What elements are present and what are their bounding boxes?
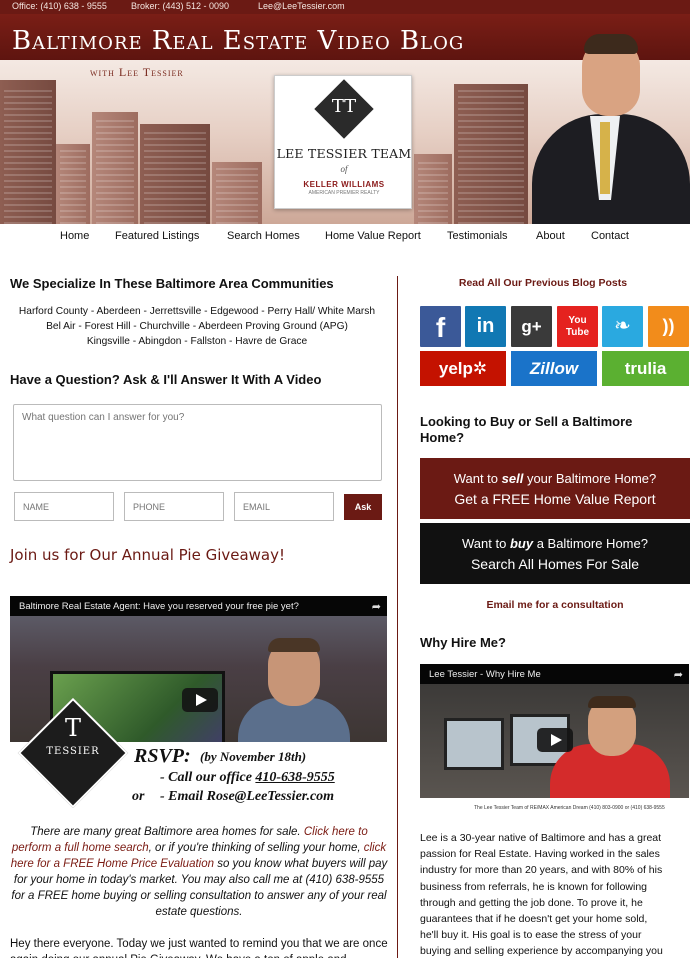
logo-brokerage-sub: AMERICAN PREMIER REALTY (308, 190, 380, 196)
share-icon[interactable]: ➦ (674, 668, 683, 681)
agent-tie (600, 122, 610, 194)
buy-sell-heading: Looking to Buy or Sell a Baltimore Home? (420, 414, 633, 445)
rsvp-date: (by November 18th) (200, 749, 307, 764)
skyline-building (212, 162, 262, 224)
youtube-icon[interactable]: You Tube (557, 306, 598, 347)
blog-subtitle: with Lee Tessier (90, 65, 184, 79)
rsvp-or: or (132, 789, 145, 804)
sell-cta-post: your Baltimore Home? (523, 471, 657, 486)
agent-hair (584, 34, 638, 54)
sell-cta-line2: Get a FREE Home Value Report (454, 491, 656, 507)
communities-heading: We Specialize In These Baltimore Area Co… (10, 276, 334, 291)
contact-bar: Office: (410) 638 - 9555 Broker: (443) 5… (0, 0, 690, 14)
twitter-icon[interactable]: ❧ (602, 306, 643, 347)
skyline-building (140, 124, 210, 224)
sell-cta-emphasis: sell (501, 471, 524, 486)
play-button-icon[interactable] (537, 728, 573, 752)
share-icon[interactable]: ➦ (372, 600, 381, 613)
zillow-icon[interactable]: Zillow (511, 351, 597, 386)
rsvp-call-line: - Call our office 410-638-9555 (160, 770, 335, 786)
rss-icon[interactable]: )) (648, 306, 689, 347)
name-field[interactable] (14, 492, 114, 521)
video-person-hair (588, 696, 636, 708)
sell-cta-line1: Want to sell your Baltimore Home? (420, 471, 690, 486)
rsvp-label: RSVP: (134, 745, 191, 767)
skyline-building (56, 144, 90, 224)
buy-cta-post: a Baltimore Home? (533, 536, 648, 551)
nav-testimonials[interactable]: Testimonials (447, 230, 508, 242)
question-heading: Have a Question? Ask & I'll Answer It Wi… (10, 372, 322, 387)
office-phone[interactable]: Office: (410) 638 - 9555 (12, 1, 107, 11)
nav-about[interactable]: About (536, 230, 565, 242)
promo-text: , or if you're thinking of selling your … (148, 842, 364, 854)
buy-home-cta[interactable]: Want to buy a Baltimore Home? Search All… (420, 523, 690, 584)
buy-cta-emphasis: buy (509, 536, 534, 551)
read-all-posts-link[interactable]: Read All Our Previous Blog Posts (420, 277, 666, 289)
nav-home[interactable]: Home (60, 230, 89, 242)
ask-button[interactable]: Ask (344, 494, 382, 520)
badge-monogram: T (64, 714, 81, 742)
agent-photo (530, 30, 690, 224)
skyline-building (0, 80, 56, 224)
pie-video-player[interactable]: Baltimore Real Estate Agent: Have you re… (10, 596, 387, 808)
linkedin-icon[interactable]: in (465, 306, 506, 347)
skyline-building (92, 112, 138, 224)
skyline-building (414, 154, 452, 224)
nav-featured-listings[interactable]: Featured Listings (115, 230, 199, 242)
sell-cta-pre: Want to (453, 471, 502, 486)
blog-title[interactable]: Baltimore Real Estate Video Blog (12, 26, 464, 56)
communities-line: Kingsville - Abingdon - Fallston - Havre… (86, 336, 308, 347)
email-consultation-link[interactable]: Email me for a consultation (420, 599, 690, 611)
logo-monogram: TT (331, 96, 357, 117)
video-footer: The Lee Tessier Team of RE/MAX American … (420, 798, 689, 817)
facebook-icon[interactable]: f (420, 306, 461, 347)
site-header: Office: (410) 638 - 9555 Broker: (443) 5… (0, 0, 690, 224)
nav-contact[interactable]: Contact (591, 230, 629, 242)
nav-search-homes[interactable]: Search Homes (227, 230, 300, 242)
logo-brokerage: KELLER WILLIAMS (303, 180, 385, 189)
rsvp-call-prefix: - Call our office (160, 770, 256, 785)
communities-line: Harford County - Aberdeen - Jerrettsvill… (18, 306, 376, 317)
yelp-icon[interactable]: yelp✲ (420, 351, 506, 386)
buy-cta-line2: Search All Homes For Sale (470, 556, 640, 572)
logo-of: of (340, 164, 348, 174)
post-intro: Hey there everyone. Today we just wanted… (10, 938, 388, 958)
badge-name: TESSIER (46, 746, 100, 757)
skyline-building (454, 84, 528, 224)
column-divider (397, 276, 398, 958)
buy-cta-pre: Want to (462, 536, 510, 551)
email-field[interactable] (234, 492, 334, 521)
video-title[interactable]: Baltimore Real Estate Agent: Have you re… (10, 596, 387, 616)
trulia-icon[interactable]: trulia (602, 351, 689, 386)
about-paragraph: Lee is a 30-year native of Baltimore and… (420, 832, 663, 958)
video-person-hair (268, 638, 320, 652)
broker-phone[interactable]: Broker: (443) 512 - 0090 (131, 1, 229, 11)
contact-email[interactable]: Lee@LeeTessier.com (258, 1, 345, 11)
main-nav: Home Featured Listings Search Homes Home… (0, 224, 690, 250)
logo-team-name: LEE TESSIER TEAM (276, 146, 412, 161)
promo-paragraph: There are many great Baltimore area home… (10, 824, 388, 920)
team-logo[interactable]: TT LEE TESSIER TEAM of KELLER WILLIAMS A… (274, 75, 412, 209)
google-plus-icon[interactable]: g+ (511, 306, 552, 347)
sell-home-cta[interactable]: Want to sell your Baltimore Home? Get a … (420, 458, 690, 519)
video-monitor (444, 718, 504, 770)
promo-text: There are many great Baltimore area home… (30, 826, 304, 838)
rsvp-call-number: 410-638-9555 (255, 770, 335, 785)
communities-list: Harford County - Aberdeen - Jerrettsvill… (0, 304, 394, 349)
pie-giveaway-heading: Join us for Our Annual Pie Giveaway! (10, 546, 286, 564)
play-button-icon[interactable] (182, 688, 218, 712)
question-input[interactable] (13, 404, 382, 481)
communities-line: Bel Air - Forest Hill - Churchville - Ab… (46, 321, 348, 332)
nav-home-value-report[interactable]: Home Value Report (325, 230, 421, 242)
why-hire-video-player[interactable]: Lee Tessier - Why Hire Me ➦ The Lee Tess… (420, 664, 689, 817)
rsvp-email-line: - Email Rose@LeeTessier.com (160, 789, 335, 804)
video-title[interactable]: Lee Tessier - Why Hire Me (420, 664, 689, 684)
phone-field[interactable] (124, 492, 224, 521)
why-hire-heading: Why Hire Me? (420, 635, 506, 650)
buy-cta-line1: Want to buy a Baltimore Home? (420, 536, 690, 551)
